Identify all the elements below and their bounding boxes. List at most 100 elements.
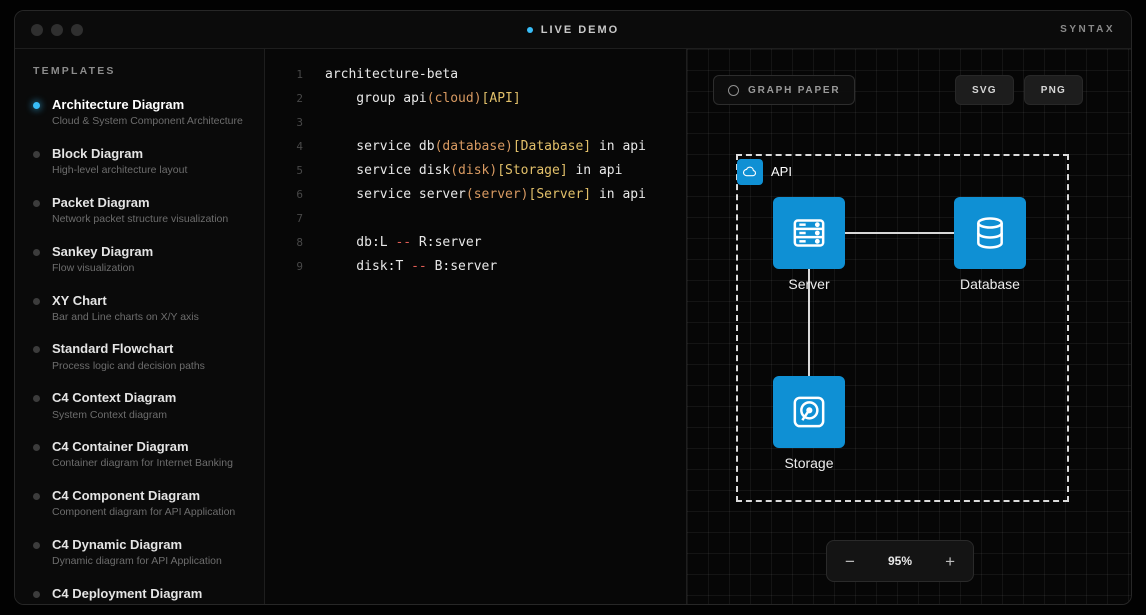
- zoom-control: − 95% +: [826, 540, 974, 582]
- template-description: Process logic and decision paths: [52, 360, 205, 374]
- database-node: [954, 197, 1026, 269]
- storage-icon: [789, 392, 829, 432]
- live-dot-icon: [527, 27, 533, 33]
- sidebar-item[interactable]: Architecture Diagram Cloud & System Compo…: [15, 89, 264, 138]
- code-line: 9 disk:T -- B:server: [265, 255, 686, 279]
- templates-sidebar: TEMPLATES Architecture Diagram Cloud & Sy…: [15, 49, 265, 605]
- export-png-button[interactable]: PNG: [1024, 75, 1083, 105]
- template-bullet-icon: [33, 346, 40, 353]
- zoom-out-button[interactable]: −: [845, 553, 855, 570]
- server-icon: [789, 213, 829, 253]
- template-title: Block Diagram: [52, 146, 187, 162]
- code-text: [303, 207, 325, 231]
- template-bullet-icon: [33, 542, 40, 549]
- template-title: Standard Flowchart: [52, 341, 205, 357]
- sidebar-item[interactable]: Standard Flowchart Process logic and deci…: [15, 333, 264, 382]
- sidebar-item[interactable]: XY Chart Bar and Line charts on X/Y axis: [15, 285, 264, 334]
- line-number: 6: [265, 183, 303, 207]
- line-number: 4: [265, 135, 303, 159]
- template-description: Component diagram for API Application: [52, 506, 235, 520]
- export-svg-button[interactable]: SVG: [955, 75, 1014, 105]
- template-title: C4 Deployment Diagram: [52, 586, 202, 602]
- diagram-preview-canvas[interactable]: API: [687, 49, 1131, 605]
- template-bullet-icon: [33, 151, 40, 158]
- window-close-button[interactable]: [31, 24, 43, 36]
- syntax-link[interactable]: SYNTAX: [1060, 24, 1115, 35]
- code-line: 7: [265, 207, 686, 231]
- code-line: 6 service server(server)[Server] in api: [265, 183, 686, 207]
- sidebar-item[interactable]: C4 Dynamic Diagram Dynamic diagram for AP…: [15, 529, 264, 578]
- template-title: Architecture Diagram: [52, 97, 243, 113]
- api-group-label: API: [771, 164, 792, 179]
- sidebar-item[interactable]: C4 Component Diagram Component diagram fo…: [15, 480, 264, 529]
- template-title: C4 Container Diagram: [52, 439, 233, 455]
- code-line: 2 group api(cloud)[API]: [265, 87, 686, 111]
- line-number: 7: [265, 207, 303, 231]
- template-bullet-icon: [33, 591, 40, 598]
- sidebar-item[interactable]: C4 Context DiagramSystem Context diagram: [15, 382, 264, 431]
- template-description: High-level architecture layout: [52, 164, 187, 178]
- live-demo-label: LIVE DEMO: [541, 24, 620, 36]
- line-number: 2: [265, 87, 303, 111]
- template-title: C4 Component Diagram: [52, 488, 235, 504]
- sidebar-item[interactable]: C4 Container DiagramContainer diagram fo…: [15, 431, 264, 480]
- storage-node: [773, 376, 845, 448]
- line-number: 9: [265, 255, 303, 279]
- template-title: C4 Context Diagram: [52, 390, 176, 406]
- graph-paper-toggle[interactable]: GRAPH PAPER: [713, 75, 855, 105]
- window-minimize-button[interactable]: [51, 24, 63, 36]
- template-title: C4 Dynamic Diagram: [52, 537, 222, 553]
- architecture-diagram: API: [687, 49, 1131, 605]
- code-text: service server(server)[Server] in api: [303, 183, 646, 207]
- code-text: [303, 111, 325, 135]
- code-text: architecture-beta: [303, 63, 458, 87]
- storage-node-label: Storage: [749, 455, 869, 471]
- template-description: Cloud & System Component Architecture: [52, 115, 243, 129]
- template-title: XY Chart: [52, 293, 199, 309]
- zoom-in-button[interactable]: +: [945, 553, 955, 570]
- cloud-icon: [737, 159, 763, 185]
- graph-paper-label: GRAPH PAPER: [748, 85, 840, 96]
- template-title: Packet Diagram: [52, 195, 228, 211]
- code-line: 8 db:L -- R:server: [265, 231, 686, 255]
- code-text: service disk(disk)[Storage] in api: [303, 159, 622, 183]
- sidebar-item[interactable]: Sankey DiagramFlow visualization: [15, 236, 264, 285]
- code-text: db:L -- R:server: [303, 231, 482, 255]
- template-description: Network packet structure visualization: [52, 213, 228, 227]
- radio-circle-icon: [728, 85, 739, 96]
- template-description: Bar and Line charts on X/Y axis: [52, 311, 199, 325]
- code-line: 4 service db(database)[Database] in api: [265, 135, 686, 159]
- main-content: TEMPLATES Architecture Diagram Cloud & Sy…: [15, 49, 1131, 605]
- sidebar-item[interactable]: Block Diagram High-level architecture lay…: [15, 138, 264, 187]
- template-description: Dynamic diagram for API Application: [52, 555, 222, 569]
- line-number: 1: [265, 63, 303, 87]
- code-editor[interactable]: 1architecture-beta2 group api(cloud)[API…: [265, 49, 687, 605]
- templates-heading: TEMPLATES: [15, 65, 264, 89]
- window-maximize-button[interactable]: [71, 24, 83, 36]
- template-bullet-icon: [33, 200, 40, 207]
- template-bullet-icon: [33, 249, 40, 256]
- template-bullet-icon: [33, 444, 40, 451]
- template-bullet-icon: [33, 395, 40, 402]
- live-demo-indicator: LIVE DEMO: [15, 24, 1131, 36]
- window-controls: [31, 24, 83, 36]
- code-text: service db(database)[Database] in api: [303, 135, 646, 159]
- database-node-label: Database: [930, 276, 1050, 292]
- server-node-label: Server: [749, 276, 869, 292]
- server-node: [773, 197, 845, 269]
- line-number: 5: [265, 159, 303, 183]
- code-text: disk:T -- B:server: [303, 255, 497, 279]
- sidebar-item[interactable]: Packet Diagram Network packet structure v…: [15, 187, 264, 236]
- code-line: 1architecture-beta: [265, 63, 686, 87]
- code-lines: 1architecture-beta2 group api(cloud)[API…: [265, 63, 686, 279]
- line-number: 3: [265, 111, 303, 135]
- export-buttons: SVG PNG: [955, 75, 1083, 105]
- line-number: 8: [265, 231, 303, 255]
- edge-server-database: [845, 232, 954, 234]
- zoom-level: 95%: [888, 554, 912, 568]
- sidebar-item[interactable]: C4 Deployment Diagram: [15, 578, 264, 605]
- templates-list: Architecture Diagram Cloud & System Compo…: [15, 89, 264, 605]
- database-icon: [970, 213, 1010, 253]
- code-line: 3: [265, 111, 686, 135]
- app-window: LIVE DEMO SYNTAX TEMPLATES Architecture …: [14, 10, 1132, 605]
